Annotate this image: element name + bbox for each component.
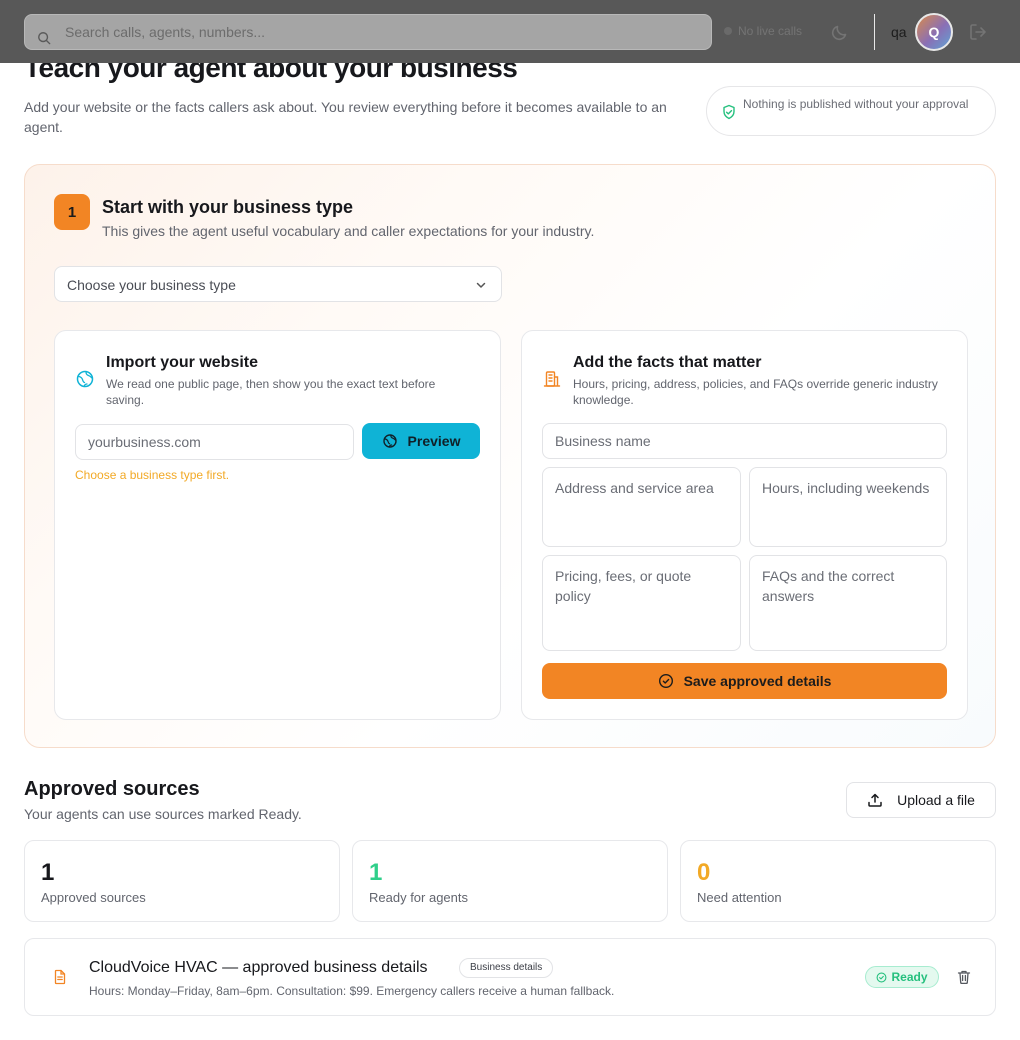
search-box[interactable] bbox=[24, 14, 712, 50]
upload-file-button[interactable]: Upload a file bbox=[846, 782, 996, 818]
source-title: CloudVoice HVAC — approved business deta… bbox=[89, 959, 428, 976]
stat-label: Ready for agents bbox=[369, 890, 469, 905]
shield-check-icon bbox=[723, 104, 735, 120]
stat-value: 0 bbox=[697, 859, 711, 886]
pricing-textarea[interactable] bbox=[542, 555, 741, 651]
topbar-divider bbox=[874, 14, 875, 50]
import-website-card: Import your website We read one public p… bbox=[54, 330, 501, 720]
step-title: Start with your business type bbox=[102, 197, 354, 217]
business-name-input[interactable] bbox=[542, 423, 947, 459]
avatar-initial: Q bbox=[928, 24, 940, 40]
check-circle-icon bbox=[877, 972, 887, 982]
live-status-label: No live calls bbox=[738, 24, 803, 38]
status-dot bbox=[724, 27, 732, 35]
logout-icon[interactable] bbox=[968, 22, 988, 42]
step-subtitle: This gives the agent useful vocabulary a… bbox=[102, 223, 595, 239]
stat-card-ready: 1 Ready for agents bbox=[352, 840, 668, 922]
step-badge: 1 bbox=[54, 194, 90, 230]
approval-note-text: Nothing is published without your approv… bbox=[743, 97, 969, 111]
stat-value: 1 bbox=[369, 859, 383, 886]
setup-panel: 1 Start with your business type This giv… bbox=[24, 164, 996, 748]
page-subtitle: Add your website or the facts callers as… bbox=[24, 99, 667, 135]
facts-title: Add the facts that matter bbox=[573, 354, 762, 371]
stat-label: Need attention bbox=[697, 890, 782, 905]
faqs-textarea[interactable] bbox=[749, 555, 947, 651]
save-approved-details-button[interactable]: Save approved details bbox=[542, 663, 947, 699]
preview-button-label: Preview bbox=[407, 433, 461, 449]
search-icon bbox=[38, 32, 51, 45]
approved-sources-subtitle: Your agents can use sources marked Ready… bbox=[24, 806, 302, 822]
live-status: No live calls bbox=[724, 24, 802, 38]
user-label: qa bbox=[891, 24, 907, 40]
moon-icon[interactable] bbox=[830, 22, 850, 42]
save-button-label: Save approved details bbox=[683, 673, 832, 689]
approval-note: Nothing is published without your approv… bbox=[706, 86, 996, 136]
business-type-select[interactable]: Choose your business type bbox=[54, 266, 502, 302]
check-circle-icon bbox=[658, 673, 673, 689]
stat-label: Approved sources bbox=[41, 890, 146, 905]
hours-textarea[interactable] bbox=[749, 467, 947, 547]
upload-icon bbox=[868, 793, 882, 807]
search-input[interactable] bbox=[65, 15, 665, 49]
stat-value: 1 bbox=[41, 859, 55, 886]
source-list-item[interactable]: CloudVoice HVAC — approved business deta… bbox=[24, 938, 996, 1016]
globe-icon bbox=[76, 370, 94, 388]
status-badge: Ready bbox=[865, 966, 939, 988]
building-icon bbox=[543, 371, 561, 387]
address-textarea[interactable] bbox=[542, 467, 741, 547]
import-website-title: Import your website bbox=[106, 354, 259, 371]
business-type-value: Choose your business type bbox=[67, 277, 236, 293]
upload-button-label: Upload a file bbox=[897, 792, 975, 808]
preview-button[interactable]: Preview bbox=[362, 423, 480, 459]
trash-icon[interactable] bbox=[956, 969, 972, 985]
website-hint: Choose a business type first. bbox=[75, 468, 230, 482]
approved-sources-title: Approved sources bbox=[24, 778, 200, 800]
document-icon bbox=[54, 969, 66, 985]
stat-card-approved: 1 Approved sources bbox=[24, 840, 340, 922]
facts-subtitle: Hours, pricing, address, policies, and F… bbox=[573, 377, 938, 407]
stat-card-attention: 0 Need attention bbox=[680, 840, 996, 922]
top-bar: No live calls qa Q bbox=[0, 0, 1020, 63]
source-type-tag: Business details bbox=[459, 958, 554, 978]
source-description: Hours: Monday–Friday, 8am–6pm. Consultat… bbox=[89, 984, 615, 998]
avatar[interactable]: Q bbox=[915, 13, 953, 51]
facts-card: Add the facts that matter Hours, pricing… bbox=[521, 330, 968, 720]
website-url-input[interactable] bbox=[75, 424, 354, 460]
globe-icon bbox=[382, 434, 397, 448]
chevron-down-icon bbox=[476, 282, 486, 288]
import-website-subtitle: We read one public page, then show you t… bbox=[106, 377, 436, 407]
status-badge-label: Ready bbox=[891, 970, 928, 984]
